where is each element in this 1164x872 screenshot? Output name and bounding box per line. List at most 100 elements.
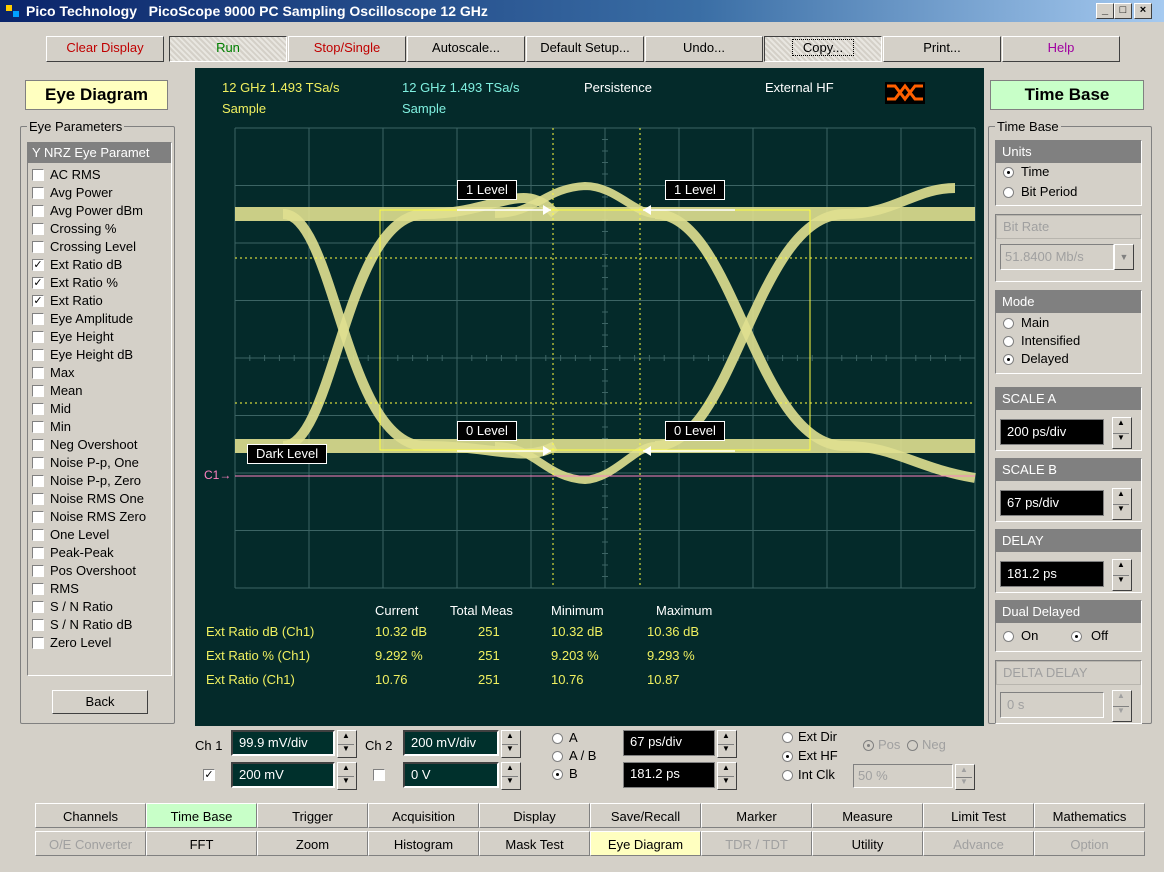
eye-param-checkbox[interactable] — [32, 457, 44, 469]
mode-delayed-radio[interactable] — [1003, 354, 1014, 365]
timebase-b-radio[interactable] — [552, 769, 563, 780]
eye-param-item[interactable]: Mean — [32, 382, 171, 400]
eye-param-item[interactable]: Noise RMS One — [32, 490, 171, 508]
eye-param-checkbox[interactable] — [32, 619, 44, 631]
timebase-delay-spinner[interactable]: ▲ ▼ — [717, 762, 737, 790]
ch2-scale-field[interactable]: 200 mV/div — [403, 730, 499, 756]
eye-param-item[interactable]: S / N Ratio — [32, 598, 171, 616]
eye-param-checkbox[interactable] — [32, 529, 44, 541]
trigger-int-clk-radio[interactable] — [782, 770, 793, 781]
print-button[interactable]: Print... — [883, 36, 1001, 62]
eye-param-item[interactable]: AC RMS — [32, 166, 171, 184]
tab-advance[interactable]: Advance — [923, 831, 1034, 856]
tab-trigger[interactable]: Trigger — [257, 803, 368, 828]
trigger-level-spinner[interactable]: ▲ ▼ — [955, 764, 975, 790]
minimize-button[interactable]: _ — [1096, 3, 1114, 19]
ch1-offset-field[interactable]: 200 mV — [231, 762, 335, 788]
default-setup-button[interactable]: Default Setup... — [526, 36, 644, 62]
scale-a-field[interactable]: 200 ps/div — [1000, 419, 1104, 445]
ch2-offset-spinner[interactable]: ▲ ▼ — [501, 762, 521, 790]
eye-param-checkbox[interactable] — [32, 169, 44, 181]
eye-param-item[interactable]: Noise P-p, Zero — [32, 472, 171, 490]
tab-tdr-tdt[interactable]: TDR / TDT — [701, 831, 812, 856]
scope-display[interactable]: 12 GHz 1.493 TSa/s Sample 12 GHz 1.493 T… — [195, 68, 984, 726]
ch2-enable-checkbox[interactable] — [373, 769, 385, 781]
help-button[interactable]: Help — [1002, 36, 1120, 62]
tab-o-e-converter[interactable]: O/E Converter — [35, 831, 146, 856]
ch1-scale-spinner[interactable]: ▲ ▼ — [337, 730, 357, 758]
slope-pos-radio[interactable] — [863, 740, 874, 751]
eye-param-checkbox[interactable]: ✓ — [32, 277, 44, 289]
undo-button[interactable]: Undo... — [645, 36, 763, 62]
eye-param-checkbox[interactable] — [32, 223, 44, 235]
eye-param-checkbox[interactable] — [32, 187, 44, 199]
bit-rate-select[interactable]: 51.8400 Mb/s — [1000, 244, 1114, 270]
delta-delay-field[interactable]: 0 s — [1000, 692, 1104, 718]
ch1-scale-field[interactable]: 99.9 mV/div — [231, 730, 335, 756]
scale-b-spinner[interactable]: ▲ ▼ — [1112, 488, 1132, 520]
trigger-ext-hf-radio[interactable] — [782, 751, 793, 762]
eye-param-checkbox[interactable] — [32, 511, 44, 523]
ch2-scale-spinner[interactable]: ▲ ▼ — [501, 730, 521, 758]
delay-spinner[interactable]: ▲ ▼ — [1112, 559, 1132, 591]
eye-param-checkbox[interactable] — [32, 349, 44, 361]
tab-save-recall[interactable]: Save/Recall — [590, 803, 701, 828]
eye-param-item[interactable]: Min — [32, 418, 171, 436]
chevron-down-icon[interactable]: ▼ — [1114, 244, 1134, 270]
eye-param-checkbox[interactable] — [32, 385, 44, 397]
tab-zoom[interactable]: Zoom — [257, 831, 368, 856]
timebase-scale-field[interactable]: 67 ps/div — [623, 730, 715, 756]
eye-parameter-list[interactable]: Y NRZ Eye Paramet AC RMS Avg Power Avg Pow… — [27, 142, 172, 676]
eye-param-item[interactable]: Eye Height dB — [32, 346, 171, 364]
eye-param-item[interactable]: S / N Ratio dB — [32, 616, 171, 634]
close-button[interactable]: × — [1134, 3, 1152, 19]
eye-param-checkbox[interactable] — [32, 421, 44, 433]
tab-option[interactable]: Option — [1034, 831, 1145, 856]
mode-intensified-radio[interactable] — [1003, 336, 1014, 347]
trigger-level-field[interactable]: 50 % — [853, 764, 953, 788]
stop-single-button[interactable]: Stop/Single — [288, 36, 406, 62]
delta-delay-spinner[interactable]: ▲ ▼ — [1112, 690, 1132, 722]
eye-param-item[interactable]: Noise RMS Zero — [32, 508, 171, 526]
ch2-offset-field[interactable]: 0 V — [403, 762, 499, 788]
units-time-radio[interactable] — [1003, 167, 1014, 178]
eye-param-checkbox[interactable] — [32, 313, 44, 325]
tab-channels[interactable]: Channels — [35, 803, 146, 828]
maximize-button[interactable]: □ — [1114, 3, 1132, 19]
eye-param-checkbox[interactable]: ✓ — [32, 295, 44, 307]
eye-param-item[interactable]: Max — [32, 364, 171, 382]
eye-param-item[interactable]: Eye Height — [32, 328, 171, 346]
tab-eye-diagram[interactable]: Eye Diagram — [590, 831, 701, 856]
run-button[interactable]: Run — [169, 36, 287, 62]
mode-main-radio[interactable] — [1003, 318, 1014, 329]
c1-reference-marker[interactable]: C1→ — [204, 468, 231, 482]
eye-param-item[interactable]: Avg Power dBm — [32, 202, 171, 220]
dual-delayed-on-radio[interactable] — [1003, 631, 1014, 642]
eye-param-checkbox[interactable] — [32, 493, 44, 505]
trigger-ext-dir-radio[interactable] — [782, 732, 793, 743]
ch1-offset-spinner[interactable]: ▲ ▼ — [337, 762, 357, 790]
scale-b-field[interactable]: 67 ps/div — [1000, 490, 1104, 516]
eye-param-item[interactable]: Zero Level — [32, 634, 171, 652]
eye-param-item[interactable]: Eye Amplitude — [32, 310, 171, 328]
tab-measure[interactable]: Measure — [812, 803, 923, 828]
units-bit-period-radio[interactable] — [1003, 187, 1014, 198]
back-button[interactable]: Back — [52, 690, 148, 714]
timebase-a-radio[interactable] — [552, 733, 563, 744]
eye-param-checkbox[interactable] — [32, 565, 44, 577]
tab-time-base[interactable]: Time Base — [146, 803, 257, 828]
tab-mask-test[interactable]: Mask Test — [479, 831, 590, 856]
tab-utility[interactable]: Utility — [812, 831, 923, 856]
eye-param-item[interactable]: Crossing Level — [32, 238, 171, 256]
eye-param-item[interactable]: ✓ Ext Ratio — [32, 292, 171, 310]
eye-param-item[interactable]: RMS — [32, 580, 171, 598]
eye-param-checkbox[interactable] — [32, 205, 44, 217]
eye-param-item[interactable]: Noise P-p, One — [32, 454, 171, 472]
clear-display-button[interactable]: Clear Display — [46, 36, 164, 62]
timebase-scale-spinner[interactable]: ▲ ▼ — [717, 730, 737, 758]
eye-param-checkbox[interactable] — [32, 547, 44, 559]
delay-field[interactable]: 181.2 ps — [1000, 561, 1104, 587]
tab-fft[interactable]: FFT — [146, 831, 257, 856]
eye-param-item[interactable]: ✓ Ext Ratio % — [32, 274, 171, 292]
eye-param-checkbox[interactable]: ✓ — [32, 259, 44, 271]
